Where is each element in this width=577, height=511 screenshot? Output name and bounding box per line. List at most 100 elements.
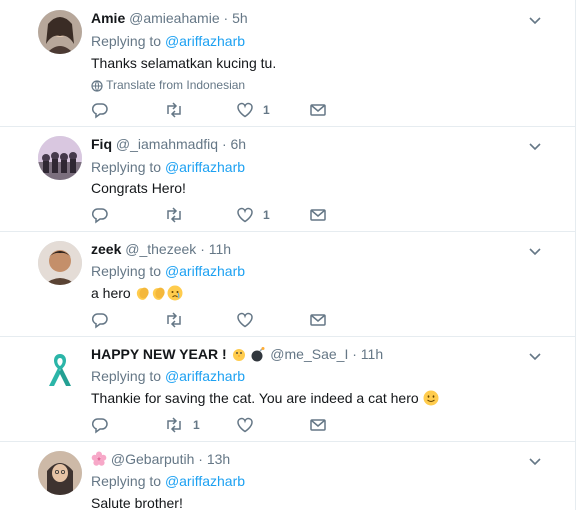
reply-button[interactable]	[91, 100, 109, 120]
replying-to-link[interactable]: @ariffazharb	[165, 368, 245, 384]
like-count: 1	[263, 103, 270, 117]
display-name[interactable]: Amie	[91, 10, 125, 26]
chevron-down-icon[interactable]	[526, 137, 544, 155]
heart-icon	[237, 207, 253, 223]
retweet-count: 1	[193, 418, 200, 432]
translate-label: Translate from Indonesian	[106, 78, 246, 92]
separator-dot: ·	[352, 346, 357, 362]
avatar[interactable]	[38, 451, 82, 495]
display-name[interactable]: zeek	[91, 241, 121, 257]
user-handle[interactable]: @me_Sae_I	[270, 346, 348, 362]
direct-message-button[interactable]	[309, 310, 327, 330]
direct-message-button[interactable]	[309, 100, 327, 120]
tweet-actions	[91, 310, 391, 330]
tweet-actions: 1	[91, 415, 391, 435]
like-button[interactable]	[236, 310, 263, 330]
replying-label: Replying to	[91, 368, 162, 384]
reply-tweet[interactable]: zeek @_thezeek · 11h Replying to @ariffa…	[0, 231, 575, 337]
replying-label: Replying to	[91, 473, 162, 489]
display-name[interactable]: Fiq	[91, 136, 112, 152]
timestamp[interactable]: 5h	[232, 10, 248, 26]
retweet-button[interactable]	[164, 310, 193, 330]
avatar[interactable]	[38, 10, 82, 54]
chevron-down-icon[interactable]	[526, 11, 544, 29]
reply-icon	[91, 418, 108, 434]
chevron-down-icon[interactable]	[526, 452, 544, 470]
like-button[interactable]	[236, 415, 263, 435]
envelope-icon	[310, 314, 326, 326]
timestamp[interactable]: 11h	[361, 346, 383, 362]
replying-to: Replying to @ariffazharb	[91, 263, 245, 279]
reply-button[interactable]	[91, 205, 109, 225]
tweet-text: Thanks selamatkan kucing tu.	[91, 55, 277, 71]
replying-to-link[interactable]: @ariffazharb	[165, 263, 245, 279]
baby-chick-icon	[232, 349, 245, 361]
tweet-text: Thankie for saving the cat. You are inde…	[91, 390, 439, 406]
translate-link[interactable]: Translate from Indonesian	[91, 78, 245, 92]
separator-dot: ·	[200, 241, 205, 257]
reply-tweet[interactable]: Amie @amieahamie · 5h Replying to @ariff…	[0, 0, 575, 127]
chevron-down-icon[interactable]	[526, 242, 544, 260]
slightly-smiling-face-icon	[423, 390, 439, 406]
reply-tweet[interactable]: Fiq @_iamahmadfiq · 6h Replying to @arif…	[0, 126, 575, 232]
replying-to: Replying to @ariffazharb	[91, 368, 245, 384]
tweet-actions: 1	[91, 100, 391, 120]
direct-message-button[interactable]	[309, 205, 327, 225]
tweet-text: a hero	[91, 285, 183, 301]
reply-button[interactable]	[91, 415, 109, 435]
retweet-icon	[167, 102, 181, 118]
replying-label: Replying to	[91, 33, 162, 49]
heart-icon	[237, 102, 253, 118]
timestamp[interactable]: 13h	[207, 451, 230, 467]
separator-dot: ·	[223, 10, 229, 26]
separator-dot: ·	[198, 451, 203, 467]
avatar[interactable]	[38, 346, 82, 390]
like-count: 1	[263, 208, 270, 222]
tweet-text-body: Thankie for saving the cat. You are inde…	[91, 390, 419, 406]
reply-icon	[91, 103, 108, 119]
replying-to: Replying to @ariffazharb	[91, 159, 245, 175]
replying-label: Replying to	[91, 263, 162, 279]
envelope-icon	[310, 419, 326, 431]
avatar[interactable]	[38, 241, 82, 285]
bomb-icon	[251, 347, 265, 362]
retweet-icon	[167, 417, 181, 433]
like-button[interactable]: 1	[236, 100, 270, 120]
direct-message-button[interactable]	[309, 415, 327, 435]
replying-to-link[interactable]: @ariffazharb	[165, 159, 245, 175]
reply-icon	[91, 313, 108, 329]
display-name[interactable]: HAPPY NEW YEAR !	[91, 346, 227, 362]
replying-to-link[interactable]: @ariffazharb	[165, 473, 245, 489]
tweet-header: Amie @amieahamie · 5h	[91, 10, 248, 26]
retweet-button[interactable]	[164, 100, 193, 120]
replying-to-link[interactable]: @ariffazharb	[165, 33, 245, 49]
user-handle[interactable]: @_thezeek	[125, 241, 196, 257]
avatar[interactable]	[38, 136, 82, 180]
user-handle[interactable]: @_iamahmadfiq	[116, 136, 218, 152]
retweet-icon	[167, 207, 181, 223]
cherry-blossom-icon	[91, 451, 107, 466]
crying-face-icon	[167, 285, 183, 301]
replying-to: Replying to @ariffazharb	[91, 33, 245, 49]
tweet-header: zeek @_thezeek · 11h	[91, 241, 231, 257]
clapping-hands-icon	[152, 287, 165, 300]
separator-dot: ·	[221, 136, 227, 152]
timestamp[interactable]: 11h	[209, 241, 231, 257]
like-button[interactable]: 1	[236, 205, 270, 225]
reply-button[interactable]	[91, 310, 109, 330]
tweet-text: Congrats Hero!	[91, 180, 186, 196]
retweet-icon	[167, 312, 181, 328]
retweet-button[interactable]: 1	[164, 415, 200, 435]
user-handle[interactable]: @amieahamie	[129, 10, 219, 26]
reply-tweet[interactable]: @Gebarputih · 13h Replying to @ariffazha…	[0, 441, 575, 511]
user-handle[interactable]: @Gebarputih	[111, 451, 194, 467]
reply-feed: Amie @amieahamie · 5h Replying to @ariff…	[0, 0, 576, 511]
tweet-text-body: a hero	[91, 285, 131, 301]
timestamp[interactable]: 6h	[231, 136, 247, 152]
reply-tweet[interactable]: HAPPY NEW YEAR ! @me_Sae_I · 11h Replyin…	[0, 336, 575, 442]
envelope-icon	[310, 104, 326, 116]
chevron-down-icon[interactable]	[526, 347, 544, 365]
heart-icon	[237, 417, 253, 433]
retweet-button[interactable]	[164, 205, 193, 225]
replying-label: Replying to	[91, 159, 162, 175]
